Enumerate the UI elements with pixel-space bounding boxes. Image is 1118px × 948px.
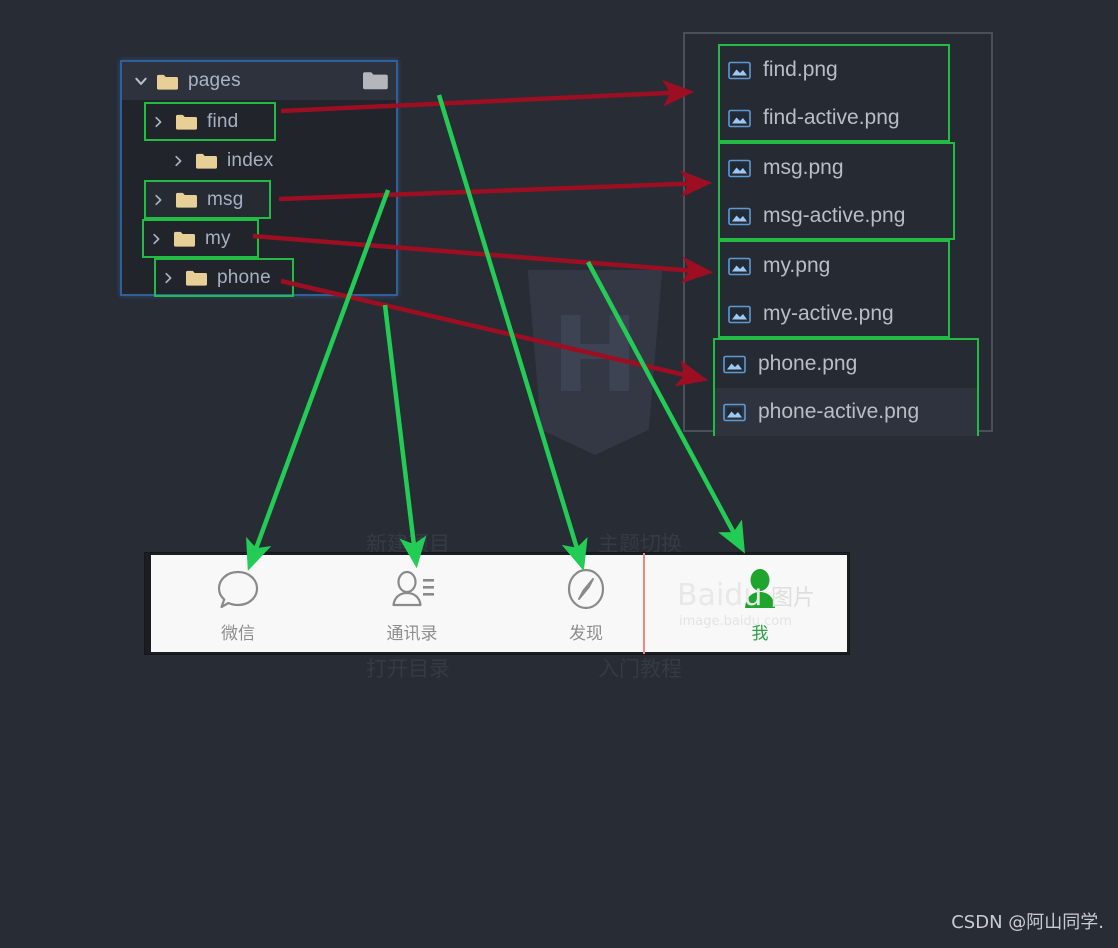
tree-row-label: phone bbox=[217, 266, 271, 288]
tree-header-label: pages bbox=[188, 70, 241, 91]
tree-header-pages[interactable]: pages bbox=[122, 62, 396, 100]
file-name: my-active.png bbox=[763, 302, 894, 325]
tab-me[interactable]: Baidu 图片 image.baidu.com 我 bbox=[673, 555, 847, 652]
tree-row-index[interactable]: index bbox=[122, 141, 396, 180]
chevron-down-icon[interactable] bbox=[134, 74, 148, 88]
tree-row-my[interactable]: my bbox=[142, 219, 259, 258]
folder-icon bbox=[186, 270, 207, 286]
chevron-right-icon[interactable] bbox=[152, 233, 161, 245]
file-row-find-png[interactable]: find.png bbox=[720, 46, 948, 94]
file-row-phone-active-png[interactable]: phone-active.png bbox=[715, 388, 977, 436]
tree-row-msg[interactable]: msg bbox=[144, 180, 271, 219]
chevron-right-icon[interactable] bbox=[154, 194, 163, 206]
arrow-tab-contacts bbox=[382, 304, 427, 569]
file-group-msg: msg.png msg-active.png bbox=[718, 142, 955, 240]
image-file-icon bbox=[728, 305, 751, 323]
tree-body: find index msg my phone bbox=[122, 100, 396, 297]
tree-row-find[interactable]: find bbox=[144, 102, 276, 141]
file-group-phone: phone.png phone-active.png bbox=[713, 338, 979, 436]
image-file-icon bbox=[723, 355, 746, 373]
folder-gray-icon[interactable] bbox=[362, 71, 388, 91]
person-icon bbox=[745, 568, 775, 608]
tree-row-label: my bbox=[205, 227, 231, 249]
file-row-my-active-png[interactable]: my-active.png bbox=[720, 290, 948, 338]
tab-discover[interactable]: 发现 bbox=[499, 555, 673, 652]
file-name: find.png bbox=[763, 58, 838, 81]
image-file-icon bbox=[728, 159, 751, 177]
image-file-icon bbox=[728, 257, 751, 275]
chevron-right-icon[interactable] bbox=[174, 155, 183, 167]
tree-row-label: msg bbox=[207, 188, 244, 210]
file-name: msg.png bbox=[763, 156, 844, 179]
file-name: my.png bbox=[763, 254, 831, 277]
image-file-icon bbox=[728, 61, 751, 79]
file-row-msg-png[interactable]: msg.png bbox=[720, 144, 953, 192]
file-name: phone.png bbox=[758, 352, 858, 375]
chevron-right-icon[interactable] bbox=[154, 116, 163, 128]
image-file-icon bbox=[723, 403, 746, 421]
file-name: phone-active.png bbox=[758, 400, 920, 423]
file-row-find-active-png[interactable]: find-active.png bbox=[720, 94, 948, 142]
tab-divider-line bbox=[643, 553, 645, 654]
svg-text:image.baidu.com: image.baidu.com bbox=[679, 614, 792, 629]
csdn-watermark: CSDN @阿山同学. bbox=[951, 912, 1104, 933]
file-tree-panel[interactable]: pages find index msg my phone bbox=[120, 60, 398, 297]
arrow-tab-discover bbox=[436, 94, 588, 572]
image-file-icon bbox=[728, 207, 751, 225]
file-group-find: find.png find-active.png bbox=[718, 44, 950, 142]
file-row-phone-png[interactable]: phone.png bbox=[715, 340, 977, 388]
tab-label: 我 bbox=[751, 623, 769, 644]
tab-label: 微信 bbox=[221, 623, 255, 644]
chevron-right-icon[interactable] bbox=[164, 272, 173, 284]
image-file-panel[interactable]: find.png find-active.png msg.png msg-act… bbox=[683, 32, 993, 436]
svg-text:H: H bbox=[551, 294, 638, 416]
folder-icon bbox=[176, 192, 197, 208]
chat-bubble-icon bbox=[217, 570, 259, 608]
folder-icon bbox=[196, 153, 217, 169]
hint-open-directory: 打开目录 bbox=[366, 657, 450, 681]
tab-contacts[interactable]: 通讯录 bbox=[325, 555, 499, 652]
file-row-my-png[interactable]: my.png bbox=[720, 242, 948, 290]
file-row-msg-active-png[interactable]: msg-active.png bbox=[720, 192, 953, 240]
tab-label: 通讯录 bbox=[386, 623, 438, 644]
phone-tabbar-frame: 微信 通讯录 发现 Baidu 图片 image.baidu.com 我 bbox=[144, 552, 850, 655]
folder-icon bbox=[174, 231, 195, 247]
folder-icon bbox=[176, 114, 197, 130]
tree-row-label: find bbox=[207, 110, 239, 132]
tree-row-phone[interactable]: phone bbox=[154, 258, 294, 297]
file-name: find-active.png bbox=[763, 106, 900, 129]
html5-shield-icon: H bbox=[527, 270, 663, 455]
contacts-icon bbox=[392, 570, 434, 606]
phone-tabbar[interactable]: 微信 通讯录 发现 Baidu 图片 image.baidu.com 我 bbox=[151, 555, 847, 652]
image-file-icon bbox=[728, 109, 751, 127]
file-name: msg-active.png bbox=[763, 204, 906, 227]
hint-getting-started: 入门教程 bbox=[598, 657, 682, 681]
file-group-my: my.png my-active.png bbox=[718, 240, 950, 338]
tab-label: 发现 bbox=[569, 623, 603, 644]
tab-wechat[interactable]: 微信 bbox=[151, 555, 325, 652]
compass-icon bbox=[567, 568, 605, 609]
tree-row-label: index bbox=[227, 149, 274, 171]
folder-icon bbox=[157, 74, 178, 90]
